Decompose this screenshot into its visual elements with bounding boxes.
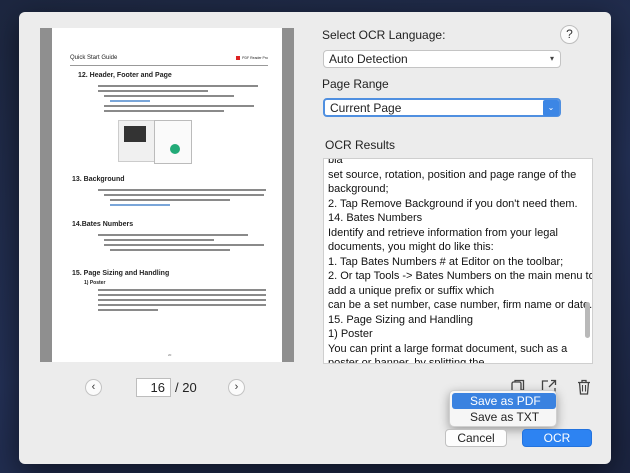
language-select[interactable]: Auto Detection ▾ — [323, 50, 561, 68]
preview-header-title: Quick Start Guide — [70, 55, 118, 61]
help-icon: ? — [566, 27, 573, 41]
save-as-pdf-item[interactable]: Save as PDF — [452, 393, 556, 409]
preview-section-title: 12. Header, Footer and Page — [78, 72, 172, 79]
chevron-left-icon: ‹ — [91, 381, 96, 393]
preview-header: Quick Start Guide PDF Reader Pro — [70, 54, 268, 66]
preview-section-title: 13. Background — [72, 176, 125, 183]
cancel-button[interactable]: Cancel — [445, 429, 507, 447]
language-select-value: Auto Detection — [329, 52, 408, 66]
chevron-down-icon: ▾ — [549, 54, 554, 63]
ocr-results-text[interactable]: bla set source, rotation, position and p… — [328, 159, 592, 363]
next-page-button[interactable]: › — [228, 379, 245, 396]
preview-section-title: 14.Bates Numbers — [72, 221, 134, 228]
ocr-results-textarea[interactable]: bla set source, rotation, position and p… — [323, 158, 593, 364]
page-total-label: / 20 — [175, 380, 197, 395]
chevron-right-icon: › — [234, 381, 239, 393]
save-as-txt-item[interactable]: Save as TXT — [452, 409, 556, 425]
page-range-label: Page Range — [322, 77, 389, 91]
preview-figure — [118, 120, 192, 164]
ocr-button[interactable]: OCR — [522, 429, 592, 447]
delete-button[interactable] — [575, 378, 593, 396]
preview-header-logo: PDF Reader Pro — [236, 56, 268, 60]
trash-icon — [578, 379, 590, 395]
ocr-dialog: Quick Start Guide PDF Reader Pro 12. Hea… — [19, 12, 611, 464]
page-range-select[interactable]: Current Page ⌄ — [323, 98, 561, 117]
preview-section-title: 15. Page Sizing and Handling — [72, 270, 170, 277]
results-scrollbar[interactable] — [585, 302, 590, 338]
chevron-down-icon: ⌄ — [543, 100, 559, 116]
page-preview: Quick Start Guide PDF Reader Pro 12. Hea… — [40, 28, 294, 362]
preview-page-number: 20 — [168, 353, 172, 357]
page-range-select-value: Current Page — [330, 101, 402, 115]
ocr-results-label: OCR Results — [325, 138, 396, 152]
preview-page: Quick Start Guide PDF Reader Pro 12. Hea… — [52, 28, 282, 362]
language-label: Select OCR Language: — [322, 28, 446, 42]
prev-page-button[interactable]: ‹ — [85, 379, 102, 396]
page-number-input[interactable]: 16 — [136, 378, 171, 397]
save-menu: Save as PDF Save as TXT — [449, 390, 557, 427]
preview-subsection-title: 1) Poster — [84, 280, 106, 286]
help-button[interactable]: ? — [560, 25, 579, 44]
